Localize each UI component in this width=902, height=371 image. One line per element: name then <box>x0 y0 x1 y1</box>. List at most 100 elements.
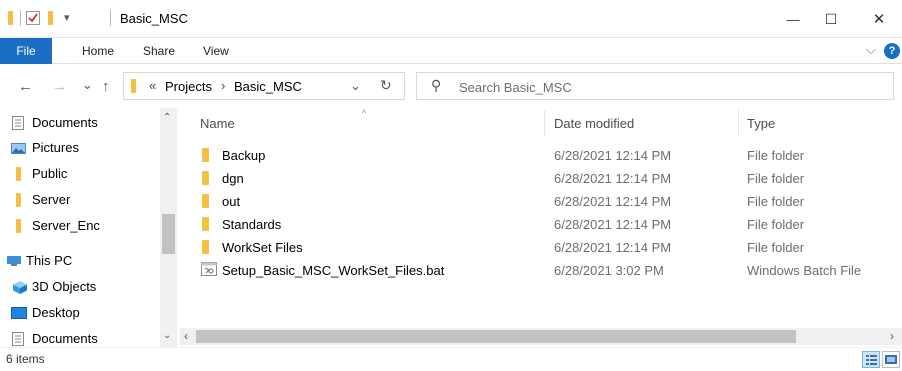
separator <box>110 10 111 26</box>
refresh-icon[interactable]: ↻ <box>380 77 392 94</box>
tab-home[interactable]: Home <box>82 38 114 64</box>
documents-icon <box>12 116 24 133</box>
sidebar-item-server[interactable]: Server <box>0 187 160 213</box>
tab-share[interactable]: Share <box>143 38 175 64</box>
scrollbar-thumb[interactable] <box>196 330 796 343</box>
file-row[interactable]: WorkSet Files 6/28/2021 12:14 PM File fo… <box>180 236 902 259</box>
address-bar[interactable]: « Projects › Basic_MSC ⌄ ↻ <box>123 72 405 100</box>
sidebar-item-label: Desktop <box>32 305 80 320</box>
column-divider[interactable] <box>544 110 545 136</box>
help-icon[interactable]: ? <box>884 43 900 59</box>
maximize-icon: ☐ <box>824 10 838 27</box>
computer-icon <box>6 255 22 270</box>
separator <box>20 10 21 26</box>
search-icon: ⚲ <box>431 77 442 93</box>
file-type: Windows Batch File <box>747 263 862 278</box>
sidebar-item-pictures[interactable]: Pictures <box>0 135 160 161</box>
folder-icon <box>16 219 21 236</box>
recent-locations-button[interactable]: ⌄ <box>82 77 93 93</box>
search-input[interactable] <box>459 78 879 96</box>
file-date: 6/28/2021 12:14 PM <box>554 217 672 232</box>
search-box[interactable]: ⚲ <box>416 72 894 100</box>
file-type: File folder <box>747 148 805 163</box>
details-view-icon <box>866 355 877 365</box>
breadcrumb-basic-msc[interactable]: Basic_MSC <box>234 79 302 94</box>
sidebar-item-3d-objects[interactable]: 3D Objects <box>0 274 160 300</box>
large-icons-view-icon <box>885 355 897 364</box>
file-row[interactable]: out 6/28/2021 12:14 PM File folder <box>180 190 902 213</box>
desktop-icon <box>11 307 27 322</box>
scroll-left-icon[interactable]: ‹ <box>184 329 188 343</box>
column-header-type[interactable]: Type <box>747 116 775 131</box>
back-button[interactable]: ← <box>18 78 33 95</box>
pictures-icon <box>11 142 26 157</box>
column-divider[interactable] <box>738 110 739 136</box>
file-name: Setup_Basic_MSC_WorkSet_Files.bat <box>222 263 445 278</box>
folder-icon <box>202 240 209 257</box>
ribbon-expand-icon[interactable]: ⌵ <box>866 42 876 58</box>
sidebar-item-server-enc[interactable]: Server_Enc <box>0 213 160 239</box>
file-row[interactable]: Backup 6/28/2021 12:14 PM File folder <box>180 144 902 167</box>
scrollbar-thumb[interactable] <box>162 214 175 254</box>
file-list: ^ Name Date modified Type Backup 6/28/20… <box>180 108 902 328</box>
navigation-pane-scrollbar[interactable]: ⌃ ⌄ <box>160 108 177 348</box>
column-header-date-modified[interactable]: Date modified <box>554 116 634 131</box>
file-name: dgn <box>222 171 244 186</box>
details-view-button[interactable] <box>862 351 880 368</box>
minimize-icon: — <box>786 11 800 27</box>
sidebar-item-documents[interactable]: Documents <box>0 110 160 136</box>
breadcrumb-separator[interactable]: › <box>221 78 225 93</box>
app-folder-icon[interactable] <box>8 11 13 25</box>
forward-button[interactable]: → <box>52 78 67 95</box>
title-bar: ▾ Basic_MSC — ☐ ✕ <box>0 0 902 38</box>
item-count: 6 items <box>6 352 45 366</box>
scroll-down-icon[interactable]: ⌄ <box>163 330 171 341</box>
sidebar-item-this-pc[interactable]: This PC <box>0 248 160 274</box>
file-name: out <box>222 194 241 209</box>
scroll-up-icon[interactable]: ⌃ <box>163 112 171 123</box>
file-type: File folder <box>747 194 805 209</box>
file-date: 6/28/2021 12:14 PM <box>554 240 672 255</box>
folder-icon <box>202 171 209 188</box>
sidebar-item-desktop[interactable]: Desktop <box>0 300 160 326</box>
properties-icon[interactable] <box>26 11 40 25</box>
file-row[interactable]: Standards 6/28/2021 12:14 PM File folder <box>180 213 902 236</box>
file-name: Standards <box>222 217 282 232</box>
maximize-button[interactable]: ☐ <box>808 0 854 38</box>
file-row[interactable]: Setup_Basic_MSC_WorkSet_Files.bat 6/28/2… <box>180 259 902 282</box>
qa-dropdown-icon[interactable]: ▾ <box>64 11 70 24</box>
window-title: Basic_MSC <box>120 11 188 26</box>
new-folder-icon[interactable] <box>48 11 53 25</box>
tab-view[interactable]: View <box>203 38 229 64</box>
breadcrumb-projects[interactable]: Projects <box>165 79 212 94</box>
tab-file[interactable]: File <box>0 38 52 64</box>
file-date: 6/28/2021 3:02 PM <box>554 263 664 278</box>
folder-icon <box>131 79 136 96</box>
3d-objects-icon <box>12 280 28 298</box>
sidebar-item-label: Server_Enc <box>32 218 100 233</box>
scroll-right-icon[interactable]: › <box>890 329 894 343</box>
navigation-bar: ← → ⌄ ↑ « Projects › Basic_MSC ⌄ ↻ ⚲ <box>0 64 902 108</box>
file-type: File folder <box>747 171 805 186</box>
file-row[interactable]: dgn 6/28/2021 12:14 PM File folder <box>180 167 902 190</box>
ribbon-tabs: File Home Share View ⌵ ? <box>0 38 902 64</box>
file-name: Backup <box>222 148 266 163</box>
file-list-horizontal-scrollbar[interactable]: ‹ › <box>180 328 902 345</box>
batch-file-icon <box>201 262 217 279</box>
address-dropdown-icon[interactable]: ⌄ <box>350 78 361 94</box>
up-button[interactable]: ↑ <box>102 78 110 95</box>
file-type: File folder <box>747 217 805 232</box>
sidebar-item-label: Server <box>32 192 71 207</box>
sidebar-item-label: Documents <box>32 331 98 346</box>
status-bar: 6 items <box>0 347 902 371</box>
sort-ascending-icon: ^ <box>362 108 367 118</box>
close-button[interactable]: ✕ <box>856 0 902 38</box>
breadcrumb-overflow[interactable]: « <box>149 78 156 93</box>
sidebar-item-public[interactable]: Public <box>0 161 160 187</box>
folder-icon <box>202 217 209 234</box>
large-icons-view-button[interactable] <box>882 351 900 368</box>
file-name: WorkSet Files <box>222 240 303 255</box>
column-header-name[interactable]: Name <box>200 116 235 131</box>
sidebar-item-label: Public <box>32 166 68 181</box>
close-icon: ✕ <box>872 11 886 28</box>
